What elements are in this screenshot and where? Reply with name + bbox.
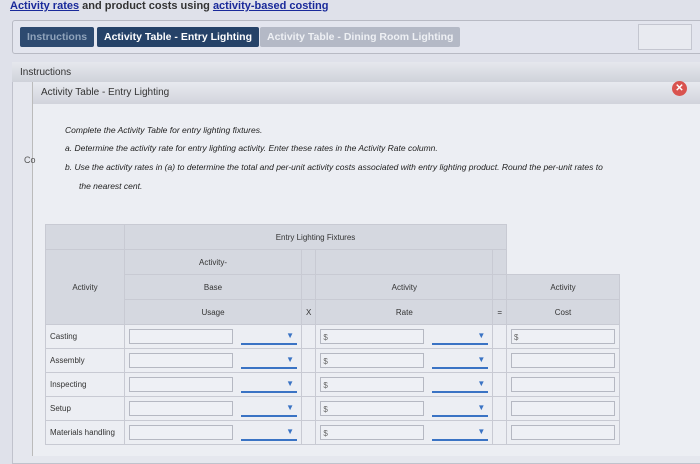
row-label: Inspecting	[45, 372, 125, 397]
rate-unit-dropdown[interactable]: ▼	[432, 353, 489, 369]
tab-instructions[interactable]: Instructions	[20, 27, 95, 47]
usage-input[interactable]	[129, 401, 233, 416]
chevron-down-icon: ▼	[286, 378, 294, 388]
rate-input[interactable]: $	[320, 401, 425, 416]
usage-unit-dropdown[interactable]: ▼	[241, 377, 297, 393]
cost-input[interactable]: $	[511, 329, 616, 344]
col-cost-2: Cost	[506, 299, 621, 325]
rate-unit-dropdown[interactable]: ▼	[432, 401, 489, 417]
close-icon[interactable]: ✕	[672, 81, 687, 96]
chevron-down-icon: ▼	[286, 402, 294, 412]
rate-input[interactable]: $	[320, 329, 425, 344]
row-label: Casting	[45, 324, 125, 349]
side-text: Co	[24, 155, 36, 165]
usage-input[interactable]	[129, 377, 233, 392]
page-title: Activity rates and product costs using a…	[10, 0, 329, 12]
instruction-intro: Complete the Activity Table for entry li…	[65, 125, 263, 135]
rate-unit-dropdown[interactable]: ▼	[432, 425, 489, 441]
col-rate-2: Rate	[315, 299, 494, 325]
usage-input[interactable]	[129, 329, 233, 344]
activity-based-costing-link[interactable]: activity-based costing	[213, 0, 329, 12]
cost-input[interactable]	[511, 401, 616, 416]
row-label: Setup	[45, 396, 125, 421]
row-label: Assembly	[45, 348, 125, 373]
cost-input[interactable]	[511, 377, 616, 392]
table-row: Assembly ▼ $ ▼	[45, 348, 621, 373]
chevron-down-icon: ▼	[477, 426, 486, 436]
times-sign: X	[300, 299, 317, 325]
group-header: Entry Lighting Fixtures	[123, 224, 508, 250]
nav-box[interactable]	[638, 24, 692, 50]
tab-dining-room-lighting[interactable]: Activity Table - Dining Room Lighting	[260, 27, 461, 47]
panel-header: Instructions	[12, 62, 700, 82]
rate-input[interactable]: $	[320, 377, 425, 392]
col-usage-3: Usage	[124, 299, 302, 325]
usage-input[interactable]	[129, 425, 233, 440]
col-cost-1: Activity	[506, 274, 621, 300]
usage-unit-dropdown[interactable]: ▼	[241, 401, 297, 417]
chevron-down-icon: ▼	[286, 426, 294, 436]
rate-unit-dropdown[interactable]: ▼	[432, 377, 489, 393]
chevron-down-icon: ▼	[477, 330, 486, 340]
table-row: Materials handling ▼ $ ▼	[45, 420, 621, 445]
usage-unit-dropdown[interactable]: ▼	[241, 353, 297, 369]
usage-unit-dropdown[interactable]: ▼	[241, 329, 297, 345]
table-row: Setup ▼ $ ▼	[45, 396, 621, 421]
rate-input[interactable]: $	[320, 425, 425, 440]
col-activity: Activity	[45, 249, 125, 325]
rate-input[interactable]: $	[320, 353, 425, 368]
col-rate-1: Activity	[315, 274, 494, 300]
chevron-down-icon: ▼	[477, 402, 486, 412]
table-row: Inspecting ▼ $ ▼	[45, 372, 621, 397]
cost-input[interactable]	[511, 353, 616, 368]
activity-rates-link[interactable]: Activity rates	[10, 0, 79, 12]
cost-input[interactable]	[511, 425, 616, 440]
activity-table: Entry Lighting Fixtures Activity Activity…	[45, 224, 621, 445]
instruction-b-cont: the nearest cent.	[79, 181, 143, 191]
rate-unit-dropdown[interactable]: ▼	[432, 329, 489, 345]
usage-unit-dropdown[interactable]: ▼	[241, 425, 297, 441]
chevron-down-icon: ▼	[286, 354, 294, 364]
equals-sign: =	[492, 299, 508, 325]
instruction-b: b. Use the activity rates in (a) to dete…	[65, 162, 603, 172]
col-usage-1: Activity-	[124, 249, 302, 275]
col-usage-2: Base	[124, 274, 302, 300]
chevron-down-icon: ▼	[477, 354, 486, 364]
table-row: Casting ▼ $ ▼ $	[45, 324, 621, 349]
tab-entry-lighting[interactable]: Activity Table - Entry Lighting	[97, 27, 259, 47]
chevron-down-icon: ▼	[477, 378, 486, 388]
panel-subheader: Activity Table - Entry Lighting	[32, 82, 700, 104]
usage-input[interactable]	[129, 353, 233, 368]
row-label: Materials handling	[45, 420, 125, 445]
instruction-a: a. Determine the activity rate for entry…	[65, 143, 438, 153]
chevron-down-icon: ▼	[286, 330, 294, 340]
